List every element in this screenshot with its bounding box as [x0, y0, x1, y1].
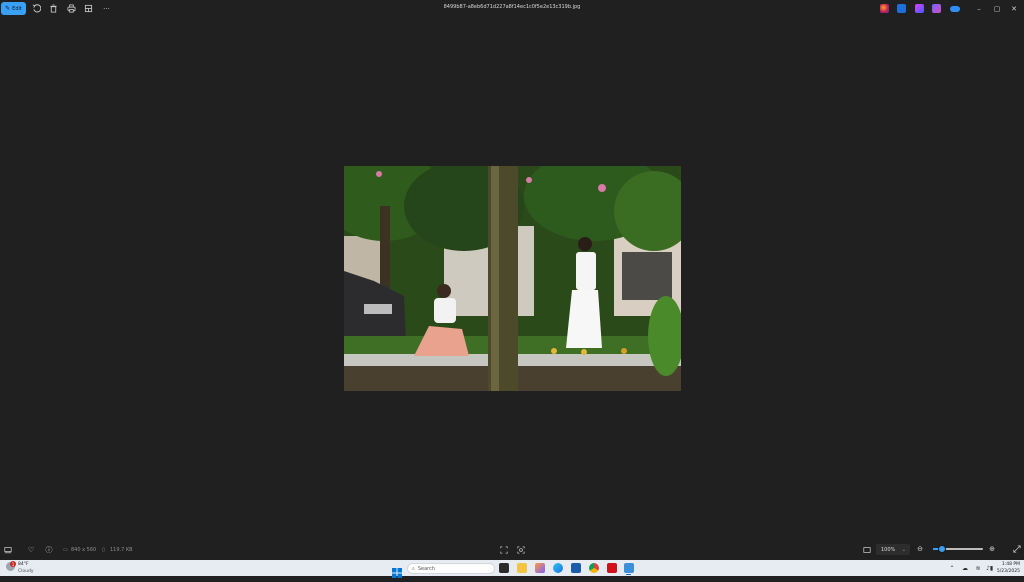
file-explorer-icon[interactable] [517, 563, 527, 573]
close-icon: ✕ [1011, 4, 1017, 13]
search-icon: ⌕ [412, 565, 415, 572]
search-placeholder: Search [417, 565, 435, 572]
clock-time[interactable]: 1:48 PM [996, 562, 1020, 567]
minimize-button[interactable]: – [973, 3, 985, 14]
active-app-indicator [626, 574, 631, 575]
taskbar-search[interactable]: ⌕ Search [407, 563, 495, 574]
crop-icon[interactable] [83, 3, 94, 14]
more-icon[interactable]: ··· [101, 3, 112, 14]
chevron-down-icon: ⌄ [901, 546, 906, 553]
task-view-icon[interactable] [499, 563, 509, 573]
taskbar: 1 84°F Cloudy ⌕ Search ⌃ ☁ ≋ ♪ ▮ 1:48 PM… [0, 560, 1024, 578]
print-icon[interactable] [66, 3, 77, 14]
acrobat-icon[interactable] [607, 563, 617, 573]
photos-ai-icon[interactable] [932, 4, 941, 13]
fullscreen-icon[interactable] [1012, 544, 1022, 554]
delete-icon[interactable] [48, 3, 59, 14]
close-button[interactable]: ✕ [1008, 3, 1020, 14]
clipchamp-icon[interactable] [915, 4, 924, 13]
zoom-value: 100% [881, 546, 896, 553]
onedrive-icon[interactable] [950, 6, 960, 12]
zoom-out-icon[interactable]: ⊖ [915, 544, 925, 554]
dimensions-icon: ▭ [63, 547, 68, 553]
designer-icon[interactable] [897, 4, 906, 13]
rotate-icon[interactable] [31, 3, 42, 14]
photo-image [344, 166, 681, 391]
photo[interactable] [344, 166, 681, 391]
favorite-icon[interactable]: ♡ [26, 545, 36, 555]
filmstrip-icon[interactable] [3, 545, 13, 555]
more-label: ··· [103, 4, 110, 13]
fit-screen-icon[interactable] [499, 545, 509, 555]
notification-badge: 1 [10, 561, 16, 567]
chrome-icon[interactable] [589, 563, 599, 573]
chevron-up-icon[interactable]: ⌃ [948, 564, 956, 572]
edit-icon: ✎ [5, 4, 11, 12]
store-icon[interactable] [571, 563, 581, 573]
file-size-icon: ▯ [102, 547, 105, 553]
weather-temperature: 84°F [18, 562, 29, 567]
wifi-icon[interactable]: ≋ [974, 564, 982, 572]
zoom-in-icon[interactable]: ⊕ [987, 544, 997, 554]
copilot-app-icon[interactable] [535, 563, 545, 573]
start-icon[interactable] [392, 563, 402, 578]
edit-button[interactable]: ✎ Edit [1, 2, 26, 15]
maximize-button[interactable]: ▢ [991, 3, 1003, 14]
info-bar: ♡ ⓘ ▭ 840 x 560 ▯ 119.7 KB [0, 541, 1024, 559]
actual-size-icon[interactable] [862, 545, 872, 555]
weather-condition: Cloudy [18, 569, 34, 574]
copilot-icon[interactable] [880, 4, 889, 13]
edit-label: Edit [12, 5, 22, 12]
info-icon[interactable]: ⓘ [44, 545, 54, 555]
visual-search-icon[interactable] [516, 545, 526, 555]
title-bar: ✎ Edit ··· 8499b87-a8eb6d71d227a8f14ec1c… [0, 0, 1024, 18]
edge-icon[interactable] [553, 563, 563, 573]
window-title: 8499b87-a8eb6d71d227a8f14ec1c0f5e2e13c31… [443, 4, 581, 10]
onedrive-tray-icon[interactable]: ☁ [961, 564, 969, 572]
clock-date[interactable]: 5/23/2025 [996, 569, 1020, 574]
battery-icon[interactable]: ▮ [989, 564, 994, 572]
image-dimensions: 840 x 560 [71, 547, 97, 553]
minimize-icon: – [977, 4, 981, 13]
file-size: 119.7 KB [110, 547, 133, 553]
photos-icon[interactable] [624, 563, 634, 573]
zoom-slider-thumb[interactable] [937, 545, 946, 553]
zoom-dropdown[interactable]: 100% ⌄ [876, 544, 910, 555]
maximize-icon: ▢ [993, 4, 1001, 13]
